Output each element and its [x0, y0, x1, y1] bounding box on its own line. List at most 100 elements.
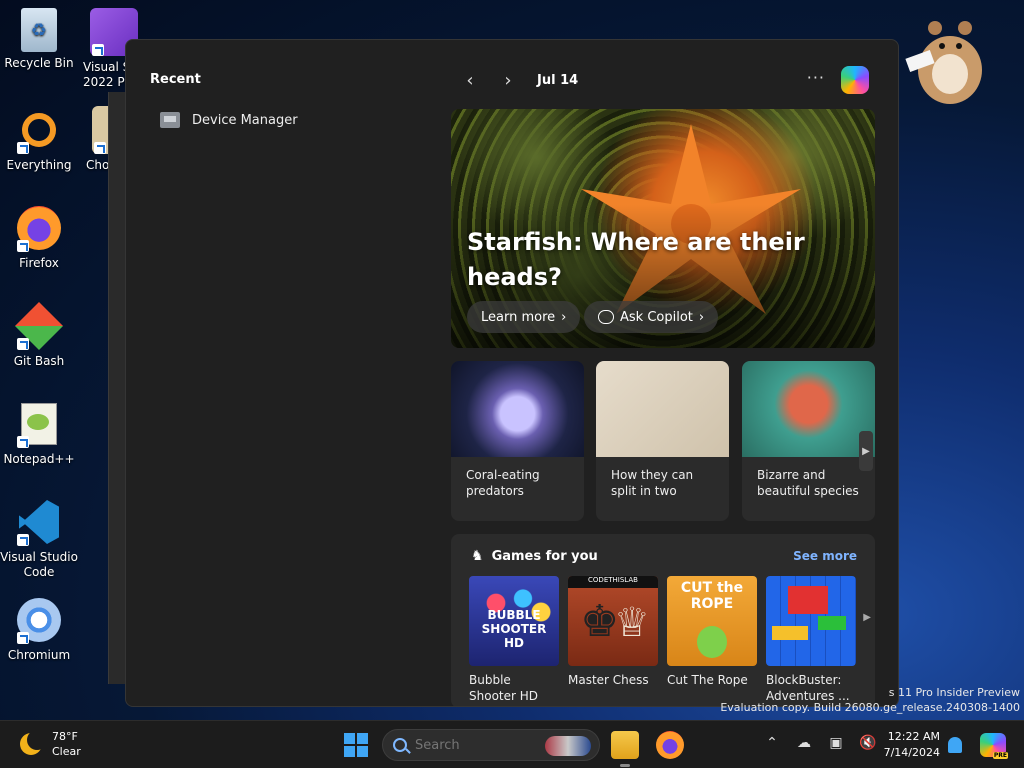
see-more-link[interactable]: See more	[793, 549, 857, 563]
watermark-line-2: Evaluation copy. Build 26080.ge_release.…	[720, 701, 1020, 714]
search-highlight-icon	[545, 736, 591, 756]
game-thumb-text: CODETHISLAB	[568, 576, 658, 588]
copilot-icon[interactable]	[841, 66, 869, 94]
game-name: Bubble Shooter HD	[469, 673, 539, 703]
games-next-icon[interactable]: ▶	[863, 612, 871, 623]
story-card-label: How they can split in two	[611, 468, 694, 498]
widgets-panel: Recent Device Manager ‹ › Jul 14 ··· Sta…	[125, 39, 899, 707]
active-app-indicator	[620, 764, 630, 767]
firefox-taskbar-icon[interactable]	[656, 731, 684, 759]
notepad-plus-plus-icon	[15, 400, 63, 448]
game-thumbnail: BUBBLE SHOOTER HD	[469, 576, 559, 666]
ask-copilot-label: Ask Copilot	[620, 309, 693, 325]
story-card-image	[596, 361, 729, 457]
chromium-icon	[15, 596, 63, 644]
chevron-up-icon[interactable]: ⌃	[764, 735, 780, 751]
widgets-date: Jul 14	[537, 72, 579, 88]
search-icon	[393, 738, 407, 752]
evaluation-watermark: s 11 Pro Insider Preview Evaluation copy…	[720, 685, 1020, 715]
story-card[interactable]: Coral-eating predators	[451, 361, 584, 521]
chess-queen-icon: ♕	[614, 600, 650, 646]
widgets-topbar: ‹ › Jul 14 ···	[451, 64, 873, 96]
learn-more-button[interactable]: Learn more ›	[467, 301, 581, 333]
weather-temp: 78°F	[52, 730, 78, 743]
firefox-icon	[15, 204, 63, 252]
desktop-icon-git-bash[interactable]: Git Bash	[0, 301, 78, 368]
tetris-red-block-icon	[788, 586, 828, 614]
game-thumb-text: CUT the ROPE	[680, 580, 744, 612]
om-nom-icon	[697, 626, 727, 658]
learn-more-label: Learn more	[481, 309, 556, 325]
tetris-green-block-icon	[818, 616, 846, 630]
game-thumb-text: BUBBLE SHOOTER HD	[481, 608, 547, 650]
recent-title: Recent	[150, 72, 201, 87]
tetris-yellow-block-icon	[772, 626, 808, 640]
taskbar-search[interactable]	[382, 729, 600, 761]
desktop-icon-notepad-plus-plus[interactable]: Notepad++	[0, 400, 78, 466]
chevron-left-icon[interactable]: ‹	[451, 70, 489, 91]
story-card-image	[742, 361, 875, 457]
desktop-icon-recycle-bin[interactable]: ♻ Recycle Bin	[0, 8, 78, 70]
copilot-taskbar-icon[interactable]	[980, 733, 1008, 759]
game-tile[interactable]: BUBBLE SHOOTER HD Bubble Shooter HD	[469, 576, 559, 704]
desktop-icon-everything[interactable]: Everything	[0, 106, 78, 172]
background-window-edge	[108, 92, 126, 684]
story-card-label: Bizarre and beautiful species	[757, 468, 859, 498]
moon-icon	[20, 730, 47, 755]
device-manager-icon	[160, 112, 180, 128]
taskbar: 78°F Clear ⌃ ☁ ▣ 🔇 12:22 AM 7/14/2024	[0, 720, 1024, 768]
games-section: ♞ Games for you See more BUBBLE SHOOTER …	[451, 534, 875, 706]
weather-desc: Clear	[52, 745, 81, 758]
windows-logo-icon	[344, 733, 355, 744]
vscode-icon	[15, 498, 63, 546]
desktop-icon-label: Recycle Bin	[4, 56, 74, 70]
hero-title: Starfish: Where are their heads?	[467, 228, 805, 291]
hero-card[interactable]: Starfish: Where are their heads? Learn m…	[451, 109, 875, 348]
story-card[interactable]: How they can split in two	[596, 361, 729, 521]
game-name: Master Chess	[568, 673, 649, 687]
story-card-label: Coral-eating predators	[466, 468, 540, 498]
watermark-line-1: s 11 Pro Insider Preview	[888, 686, 1020, 699]
desktop-icon-chromium[interactable]: Chromium	[0, 596, 78, 662]
clock-date: 7/14/2024	[883, 746, 940, 759]
story-card[interactable]: Bizarre and beautiful species	[742, 361, 875, 521]
onedrive-icon[interactable]: ☁	[796, 735, 812, 751]
volume-muted-icon[interactable]: 🔇	[859, 735, 876, 751]
game-thumbnail: CUT the ROPE	[667, 576, 757, 666]
desktop-icon-label: Git Bash	[13, 354, 65, 368]
taskbar-clock[interactable]: 12:22 AM 7/14/2024	[880, 729, 940, 761]
game-thumbnail	[766, 576, 856, 666]
chevron-right-icon[interactable]: ›	[489, 70, 527, 91]
chat-bubble-icon	[598, 310, 614, 324]
search-input[interactable]	[415, 737, 535, 753]
game-tile[interactable]: CODETHISLAB ♚ ♕ Master Chess	[568, 576, 658, 688]
chess-piece-icon: ♞	[471, 548, 484, 564]
carousel-next-icon[interactable]: ▶	[859, 431, 873, 471]
more-options-button[interactable]: ···	[807, 68, 825, 87]
chevron-right-icon: ›	[698, 309, 705, 325]
network-icon[interactable]: ▣	[828, 735, 844, 751]
story-card-image	[451, 361, 584, 457]
start-button[interactable]	[344, 733, 368, 757]
desktop-icon-label: Notepad++	[3, 452, 75, 466]
recent-item-device-manager[interactable]: Device Manager	[160, 112, 298, 128]
system-tray: ⌃ ☁ ▣ 🔇	[764, 735, 877, 751]
clock-time: 12:22 AM	[887, 730, 940, 743]
desktop-icon-label: Chromium	[7, 648, 71, 662]
ask-copilot-button[interactable]: Ask Copilot ›	[584, 301, 719, 333]
file-explorer-icon[interactable]	[611, 731, 639, 759]
desktop-icon-vscode[interactable]: Visual Studio Code	[0, 498, 78, 580]
desktop-icon-label: Firefox	[19, 256, 59, 270]
game-thumbnail: CODETHISLAB ♚ ♕	[568, 576, 658, 666]
git-bash-icon	[14, 301, 64, 351]
weather-widget[interactable]: 78°F Clear	[20, 729, 81, 759]
everything-search-icon	[15, 106, 63, 154]
hamster-mascot-icon	[905, 21, 982, 104]
recycle-bin-icon: ♻	[21, 8, 57, 52]
game-tile[interactable]: CUT the ROPE Cut The Rope	[667, 576, 757, 688]
chevron-right-icon: ›	[561, 309, 567, 325]
desktop-icon-label: Everything	[6, 158, 72, 172]
games-title: Games for you	[491, 548, 598, 564]
notification-bell-icon[interactable]	[948, 737, 962, 753]
desktop-icon-firefox[interactable]: Firefox	[0, 204, 78, 270]
